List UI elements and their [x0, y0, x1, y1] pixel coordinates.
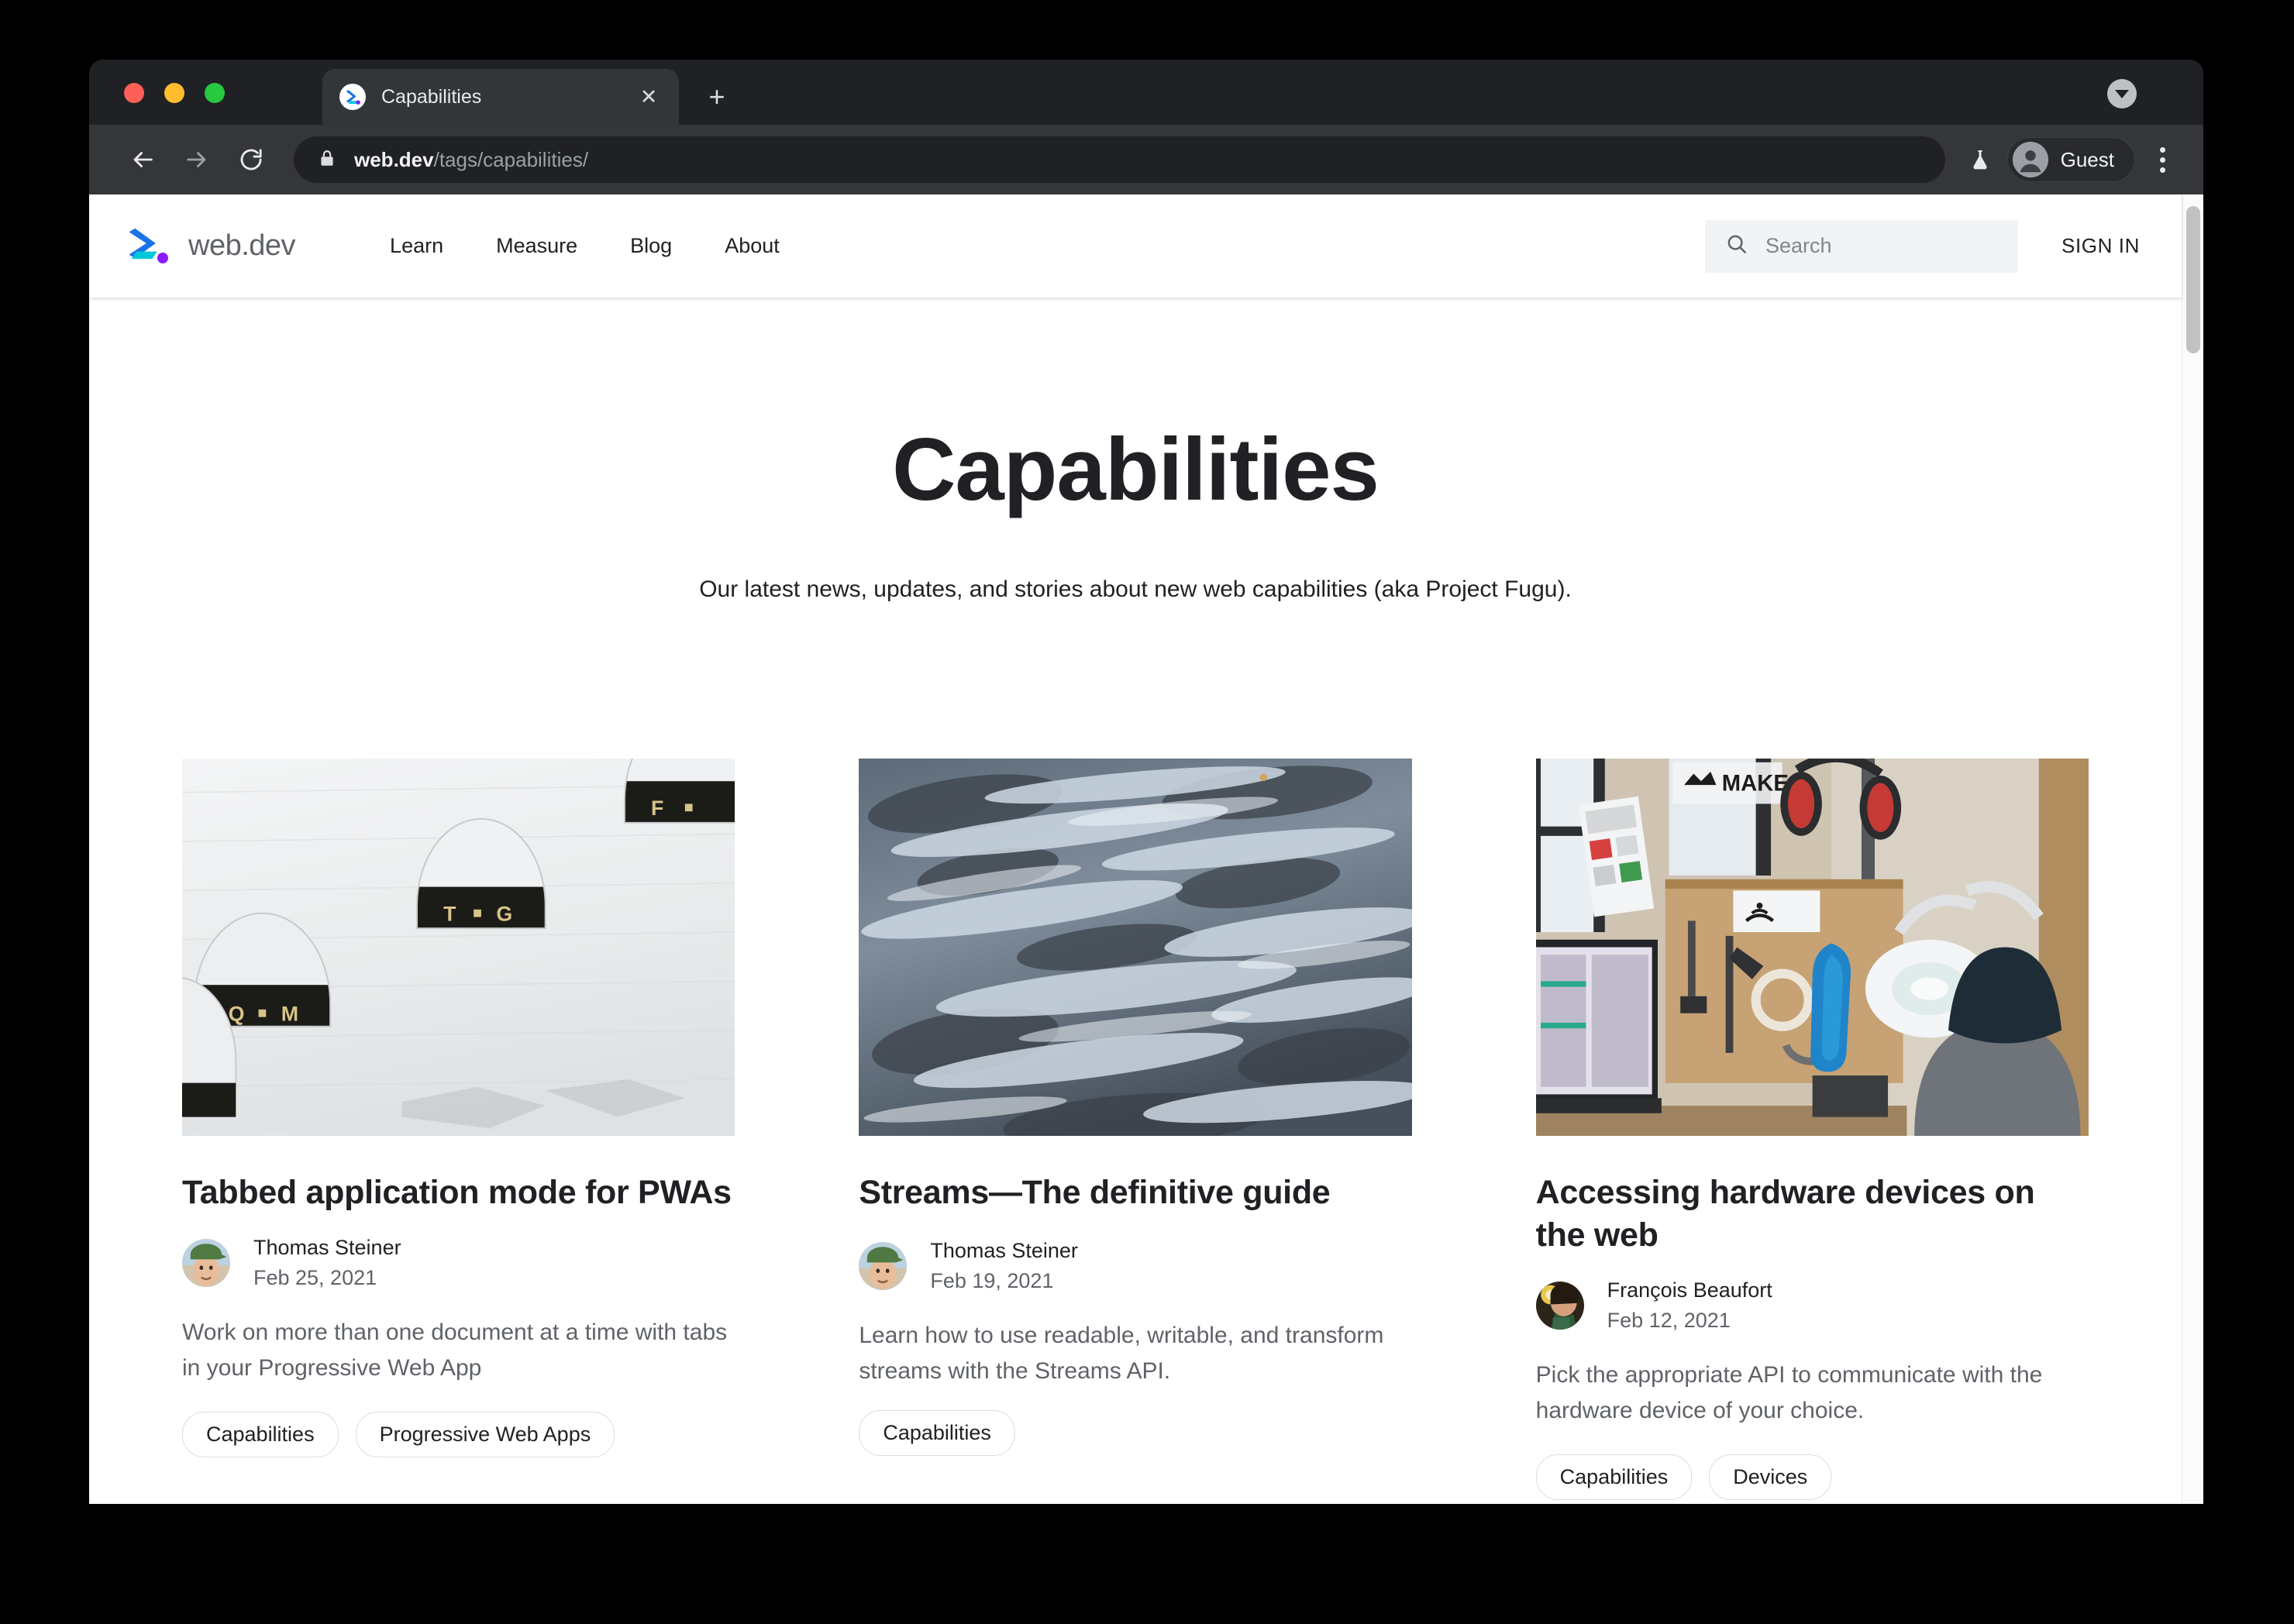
post-title[interactable]: Accessing hardware devices on the web — [1536, 1172, 2089, 1257]
profile-name: Guest — [2060, 147, 2114, 171]
svg-text:G: G — [496, 902, 512, 925]
post-date: Feb 12, 2021 — [1607, 1309, 1731, 1333]
search-box[interactable] — [1705, 219, 2018, 273]
site-nav: Learn Measure Blog About — [363, 234, 806, 258]
forward-arrow-icon[interactable] — [176, 139, 218, 181]
site-header: web.dev Learn Measure Blog About Search … — [89, 194, 2182, 298]
site-logo[interactable]: web.dev — [126, 226, 296, 267]
profile-button[interactable]: Guest — [2006, 137, 2135, 182]
author-avatar — [182, 1239, 230, 1288]
search-icon — [1725, 232, 1748, 260]
address-bar[interactable]: web.dev/tags/capabilities/ — [294, 136, 1945, 183]
maximize-window-button[interactable] — [205, 83, 225, 103]
post-thumbnail[interactable]: MAKE — [1535, 758, 2089, 1136]
post-card[interactable]: Streams—The definitive guide Thomas Stei… — [859, 758, 1412, 1500]
address-bar-url: web.dev/tags/capabilities/ — [354, 148, 588, 172]
scrollbar-thumb[interactable] — [2186, 206, 2200, 353]
lock-icon — [317, 148, 337, 172]
reload-icon[interactable] — [230, 139, 272, 181]
post-card[interactable]: MAKE Accessing hardware devices on the w… — [1535, 758, 2089, 1501]
byline-text: François Beaufort Feb 12, 2021 — [1607, 1277, 1772, 1334]
post-date: Feb 19, 2021 — [930, 1269, 1054, 1293]
post-card[interactable]: Q M T G F Tabbed application mode for PW… — [182, 758, 735, 1500]
post-tag[interactable]: Capabilities — [1535, 1454, 1693, 1501]
post-date: Feb 25, 2021 — [253, 1266, 377, 1290]
browser-toolbar: web.dev/tags/capabilities/ Guest — [89, 125, 2203, 194]
post-tag[interactable]: Capabilities — [859, 1410, 1015, 1457]
post-title[interactable]: Streams—The definitive guide — [859, 1172, 1411, 1214]
svg-text:F: F — [651, 797, 663, 820]
post-tags: Capabilities Devices — [1535, 1454, 2089, 1501]
search-input[interactable] — [1765, 234, 1998, 258]
post-tags: Capabilities Progressive Web Apps — [182, 1412, 735, 1458]
url-host: web.dev — [354, 147, 434, 171]
byline-text: Thomas Steiner Feb 25, 2021 — [253, 1234, 401, 1292]
post-title[interactable]: Tabbed application mode for PWAs — [182, 1172, 735, 1214]
svg-text:Q: Q — [229, 1002, 245, 1025]
page-title: Capabilities — [892, 421, 1380, 519]
close-window-button[interactable] — [124, 83, 144, 103]
chevron-down-icon[interactable] — [2107, 79, 2137, 108]
post-thumbnail[interactable] — [859, 758, 1412, 1136]
post-thumbnail[interactable]: Q M T G F — [182, 758, 735, 1136]
back-arrow-icon[interactable] — [122, 139, 164, 181]
flask-icon[interactable] — [1959, 139, 2001, 181]
post-card-grid: Q M T G F Tabbed application mode for PW… — [89, 758, 2182, 1501]
post-byline: François Beaufort Feb 12, 2021 — [1535, 1277, 2089, 1334]
menu-dot — [2159, 157, 2165, 163]
svg-text:MAKE: MAKE — [1721, 771, 1788, 796]
svg-text:T: T — [443, 902, 456, 925]
post-author: François Beaufort — [1607, 1278, 1772, 1302]
nav-link-measure[interactable]: Measure — [470, 234, 604, 258]
post-byline: Thomas Steiner Feb 25, 2021 — [182, 1234, 735, 1292]
browser-window: Capabilities ✕ + web.dev/tags/capabiliti… — [89, 60, 2203, 1504]
svg-text:M: M — [281, 1002, 298, 1025]
page-content: web.dev Learn Measure Blog About Search … — [89, 194, 2182, 1504]
page-viewport: web.dev Learn Measure Blog About Search … — [89, 194, 2203, 1504]
sign-in-button[interactable]: SIGN IN — [2062, 234, 2140, 258]
post-byline: Thomas Steiner Feb 19, 2021 — [859, 1237, 1411, 1295]
menu-dot — [2159, 146, 2165, 153]
post-tag[interactable]: Devices — [1709, 1454, 1832, 1501]
author-avatar — [1535, 1282, 1584, 1330]
chevron-down-glyph — [2115, 89, 2129, 98]
window-traffic-lights — [124, 83, 225, 103]
nav-link-learn[interactable]: Learn — [363, 234, 470, 258]
page-hero: Capabilities Our latest news, updates, a… — [89, 298, 2182, 609]
page-subtitle: Our latest news, updates, and stories ab… — [699, 576, 1572, 603]
three-dot-menu-icon[interactable] — [2143, 139, 2182, 181]
webdev-logo-icon — [126, 226, 171, 267]
post-tag[interactable]: Progressive Web Apps — [355, 1412, 615, 1458]
url-path: /tags/capabilities/ — [433, 147, 589, 171]
author-avatar — [859, 1242, 908, 1291]
post-description: Work on more than one document at a time… — [182, 1320, 728, 1381]
page-scrollbar[interactable] — [2182, 194, 2203, 1504]
avatar — [2012, 142, 2048, 177]
post-tags: Capabilities — [859, 1410, 1411, 1457]
site-logo-text: web.dev — [188, 229, 296, 262]
new-tab-button[interactable]: + — [701, 83, 732, 114]
post-description: Pick the appropriate API to communicate … — [1535, 1362, 2043, 1423]
tab-strip: Capabilities ✕ + — [89, 60, 2203, 125]
post-author: Thomas Steiner — [253, 1236, 401, 1260]
minimize-window-button[interactable] — [164, 83, 184, 103]
nav-link-about[interactable]: About — [698, 234, 806, 258]
post-description: Learn how to use readable, writable, and… — [859, 1323, 1384, 1384]
menu-dot — [2159, 167, 2165, 173]
tab-title: Capabilities — [381, 85, 482, 108]
byline-text: Thomas Steiner Feb 19, 2021 — [930, 1237, 1078, 1295]
post-tag[interactable]: Capabilities — [182, 1412, 339, 1458]
browser-tab[interactable]: Capabilities ✕ — [322, 69, 679, 125]
webdev-favicon-icon — [339, 84, 366, 110]
close-tab-button[interactable]: ✕ — [636, 84, 662, 110]
post-author: Thomas Steiner — [930, 1239, 1078, 1263]
nav-link-blog[interactable]: Blog — [604, 234, 698, 258]
